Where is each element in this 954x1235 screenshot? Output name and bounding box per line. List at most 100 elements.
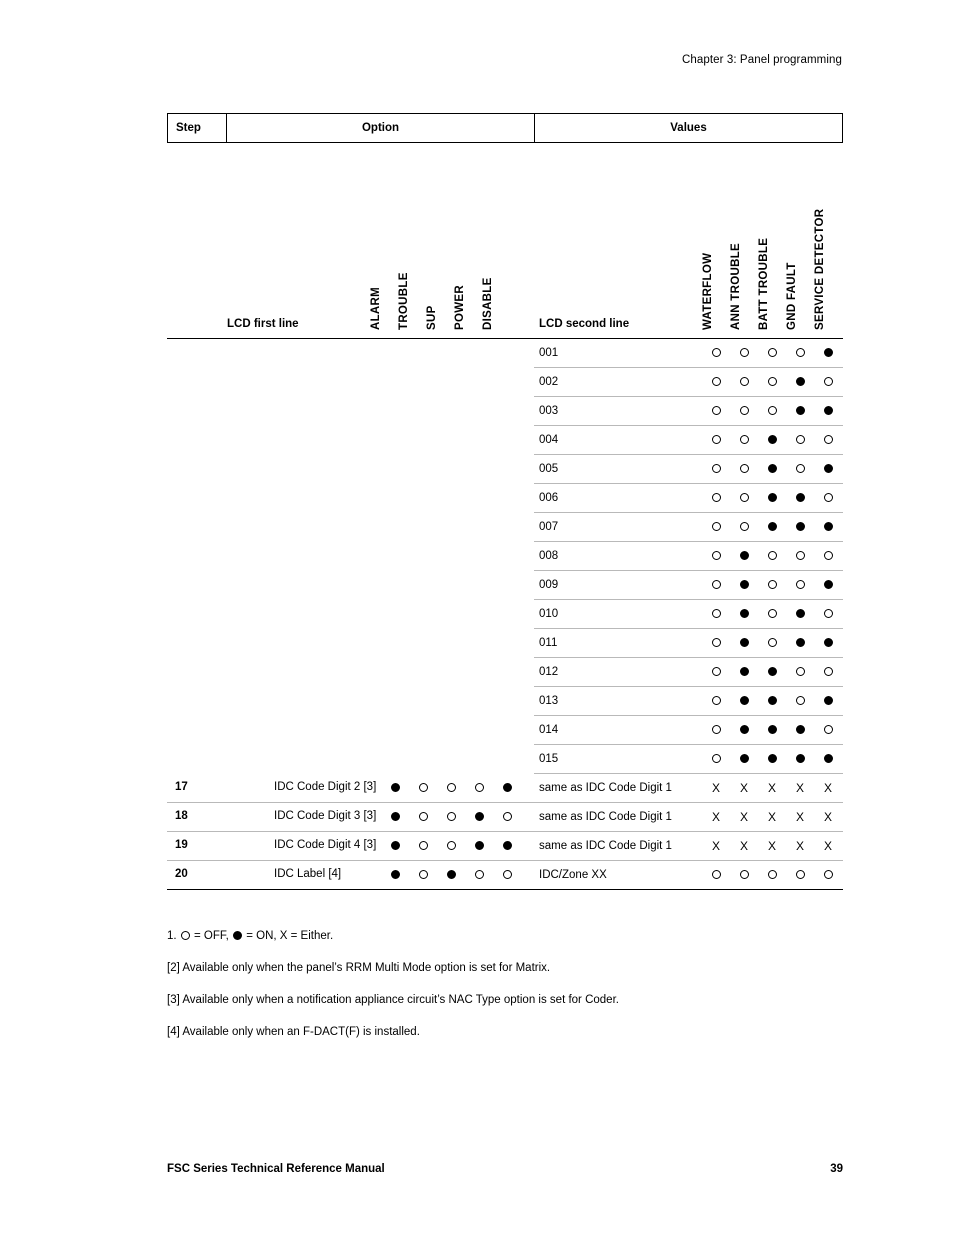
table-row: 012 xyxy=(167,658,843,687)
cell-option-name xyxy=(226,658,381,665)
mark-off-open-circle xyxy=(711,870,721,880)
cell-option-name xyxy=(226,629,381,636)
cell-option-marks xyxy=(381,600,534,607)
subheader-col-power: POWER xyxy=(454,285,466,330)
mark-on-filled-circle xyxy=(767,435,777,445)
mark-on-filled-circle xyxy=(795,638,805,648)
cell-option-name xyxy=(226,397,381,404)
mark-off-open-circle xyxy=(823,725,833,735)
cell-lcd-second-line: same as IDC Code Digit 1 xyxy=(539,811,672,823)
cell-step xyxy=(167,484,226,491)
mark-on-filled-circle xyxy=(795,493,805,503)
cell-option-name xyxy=(226,542,381,549)
cell-option-marks xyxy=(381,368,534,375)
mark-on-filled-circle xyxy=(739,754,749,764)
mark-off-open-circle xyxy=(711,754,721,764)
cell-step xyxy=(167,339,226,346)
subheader-col-trouble: TROUBLE xyxy=(398,272,410,330)
cell-value-marks: XXXXX xyxy=(702,774,843,796)
cell-option-name xyxy=(226,426,381,433)
cell-lcd-second-line: 013 xyxy=(539,695,559,707)
cell-step xyxy=(167,687,226,694)
cell-option-name xyxy=(226,716,381,723)
cell-step xyxy=(167,600,226,607)
subheader-col-gnd-fault: GND FAULT xyxy=(786,262,798,330)
mark-off-open-circle xyxy=(711,638,721,648)
cell-value-marks xyxy=(702,571,843,593)
cell-option-marks xyxy=(381,455,534,462)
cell-value-marks xyxy=(702,687,843,709)
mark-either: X xyxy=(711,810,720,824)
cell-option-marks xyxy=(381,658,534,665)
cell-step xyxy=(167,426,226,433)
footnote: [3] Available only when a notification a… xyxy=(167,994,619,1006)
mark-off-open-circle xyxy=(418,812,428,822)
mark-off-open-circle xyxy=(711,406,721,416)
mark-off-open-circle xyxy=(502,812,512,822)
cell-option-name xyxy=(226,484,381,491)
cell-value-marks: XXXXX xyxy=(702,832,843,854)
cell-option-marks xyxy=(381,397,534,404)
table-row: 001 xyxy=(167,339,843,368)
mark-off-open-circle xyxy=(823,667,833,677)
cell-step: 19 xyxy=(175,839,188,851)
cell-option-marks xyxy=(381,774,534,796)
cell-lcd-second-line: 003 xyxy=(539,405,559,417)
cell-lcd-second-line: same as IDC Code Digit 1 xyxy=(539,840,672,852)
mark-either: X xyxy=(739,839,748,853)
mark-on-filled-circle xyxy=(823,638,833,648)
table-row: 005 xyxy=(167,455,843,484)
mark-off-open-circle xyxy=(795,551,805,561)
cell-option-marks xyxy=(381,861,534,883)
cell-value-marks xyxy=(702,861,843,883)
table-header-row: Step Option Values xyxy=(167,113,843,143)
mark-off-open-circle xyxy=(795,696,805,706)
mark-either: X xyxy=(711,781,720,795)
subheader-lcd-second-line: LCD second line xyxy=(539,318,630,330)
subheader-col-alarm: ALARM xyxy=(370,286,382,330)
cell-lcd-second-line: 011 xyxy=(539,637,558,649)
cell-value-marks xyxy=(702,745,843,767)
mark-on-filled-circle xyxy=(739,638,749,648)
cell-step xyxy=(167,629,226,636)
cell-value-marks: XXXXX xyxy=(702,803,843,825)
mark-off-open-circle xyxy=(446,783,456,793)
programming-options-table: Step Option Values LCD first line ALARM … xyxy=(167,113,843,890)
mark-on-filled-circle xyxy=(502,841,512,851)
mark-off-open-circle xyxy=(767,609,777,619)
table-row: 009 xyxy=(167,571,843,600)
footnote-prefix: 1. xyxy=(167,930,180,942)
footnote: [4] Available only when an F-DACT(F) is … xyxy=(167,1026,420,1038)
cell-value-marks xyxy=(702,368,843,390)
mark-on-filled-circle xyxy=(739,609,749,619)
mark-off-open-circle xyxy=(711,493,721,503)
mark-on-filled-circle xyxy=(795,406,805,416)
table-row: 007 xyxy=(167,513,843,542)
cell-lcd-second-line: 006 xyxy=(539,492,559,504)
cell-step xyxy=(167,716,226,723)
cell-option-name xyxy=(226,455,381,462)
mark-off-open-circle xyxy=(474,783,484,793)
cell-step xyxy=(167,571,226,578)
mark-on-filled-circle xyxy=(739,580,749,590)
cell-step xyxy=(167,397,226,404)
cell-step xyxy=(167,745,226,752)
cell-option-marks xyxy=(381,542,534,549)
subheader-col-service-detector: SERVICE DETECTOR xyxy=(814,208,826,330)
table-row: 003 xyxy=(167,397,843,426)
mark-on-filled-circle xyxy=(823,406,833,416)
cell-lcd-second-line: 001 xyxy=(539,347,559,359)
mark-on-filled-circle xyxy=(823,754,833,764)
table-row: 002 xyxy=(167,368,843,397)
cell-option-marks xyxy=(381,832,534,854)
mark-on-filled-circle xyxy=(390,841,400,851)
mark-off-open-circle xyxy=(418,841,428,851)
cell-option-marks xyxy=(381,745,534,752)
mark-off-open-circle xyxy=(474,870,484,880)
mark-either: X xyxy=(767,810,776,824)
cell-value-marks xyxy=(702,484,843,506)
mark-off-open-circle xyxy=(739,377,749,387)
cell-lcd-second-line: 007 xyxy=(539,521,559,533)
table-body: 001 002 003 004 005 006 007 008 009 010 011 012 013 0… xyxy=(167,339,843,890)
cell-value-marks xyxy=(702,426,843,448)
